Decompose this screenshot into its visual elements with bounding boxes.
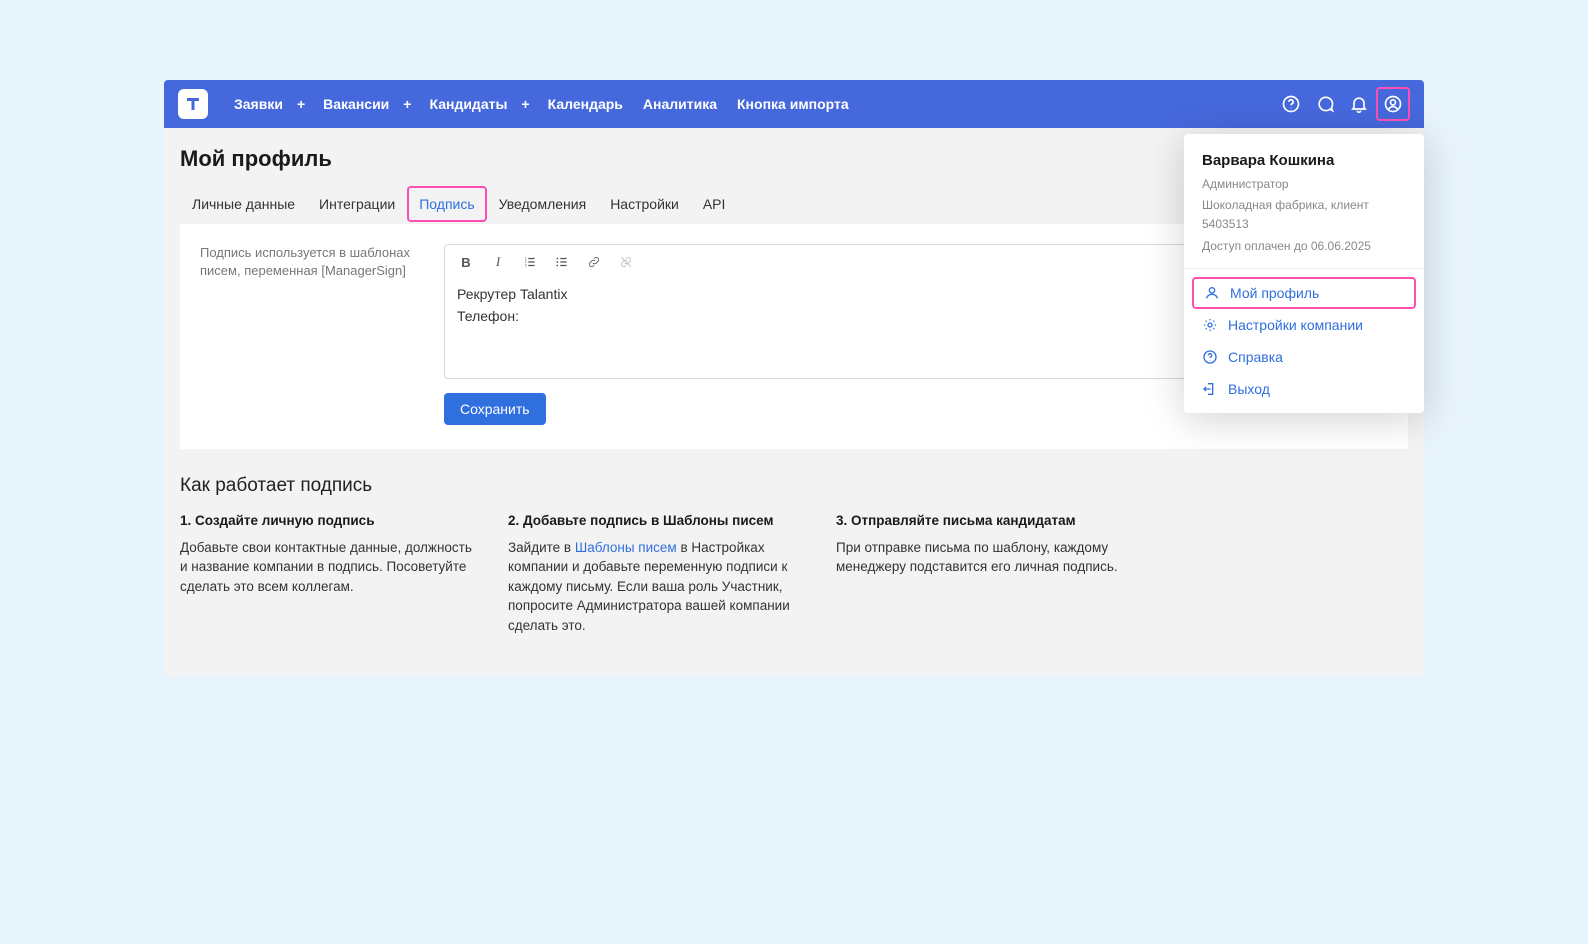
- dropdown-my-profile-label: Мой профиль: [1230, 285, 1319, 301]
- dropdown-logout-label: Выход: [1228, 381, 1270, 397]
- dropdown-company-settings[interactable]: Настройки компании: [1184, 309, 1424, 341]
- how-step-title: 3. Отправляйте письма кандидатам: [836, 513, 1136, 528]
- link-button[interactable]: [583, 251, 605, 273]
- user-role: Администратор: [1202, 175, 1406, 194]
- how-step-1: 1. Создайте личную подпись Добавьте свои…: [180, 513, 480, 636]
- unlink-button: [615, 251, 637, 273]
- dropdown-logout[interactable]: Выход: [1184, 373, 1424, 405]
- add-request-button[interactable]: +: [297, 96, 305, 112]
- app-window: Заявки + Вакансии + Кандидаты + Календар…: [164, 80, 1424, 676]
- italic-button[interactable]: I: [487, 251, 509, 273]
- tab-signature[interactable]: Подпись: [407, 186, 486, 222]
- user-paid-until: Доступ оплачен до 06.06.2025: [1202, 237, 1406, 256]
- bell-icon[interactable]: [1342, 87, 1376, 121]
- add-vacancy-button[interactable]: +: [403, 96, 411, 112]
- dropdown-help[interactable]: Справка: [1184, 341, 1424, 373]
- nav-item-import[interactable]: Кнопка импорта: [729, 90, 857, 118]
- how-step-text: При отправке письма по шаблону, каждому …: [836, 538, 1136, 577]
- bold-button[interactable]: B: [455, 251, 477, 273]
- help-icon[interactable]: [1274, 87, 1308, 121]
- nav-item-candidates[interactable]: Кандидаты: [421, 90, 515, 118]
- tab-notifications[interactable]: Уведомления: [487, 186, 599, 222]
- profile-icon[interactable]: [1376, 87, 1410, 121]
- dropdown-company-settings-label: Настройки компании: [1228, 317, 1363, 333]
- user-dropdown: Варвара Кошкина Администратор Шоколадная…: [1184, 134, 1424, 413]
- tab-api[interactable]: API: [691, 186, 738, 222]
- add-candidate-button[interactable]: +: [521, 96, 529, 112]
- svg-text:3: 3: [525, 264, 527, 268]
- nav-items: Заявки + Вакансии + Кандидаты + Календар…: [226, 90, 857, 118]
- signature-hint: Подпись используется в шаблонах писем, п…: [200, 244, 420, 425]
- how-it-works-section: Как работает подпись 1. Создайте личную …: [180, 475, 1408, 636]
- tab-integrations[interactable]: Интеграции: [307, 186, 407, 222]
- dropdown-my-profile[interactable]: Мой профиль: [1192, 277, 1416, 309]
- how-step-2: 2. Добавьте подпись в Шаблоны писем Зайд…: [508, 513, 808, 636]
- tab-settings[interactable]: Настройки: [598, 186, 691, 222]
- tab-personal[interactable]: Личные данные: [180, 186, 307, 222]
- save-button[interactable]: Сохранить: [444, 393, 546, 425]
- top-navbar: Заявки + Вакансии + Кандидаты + Календар…: [164, 80, 1424, 128]
- nav-item-requests[interactable]: Заявки: [226, 90, 291, 118]
- templates-link[interactable]: Шаблоны писем: [575, 540, 677, 555]
- app-logo[interactable]: [178, 89, 208, 119]
- how-it-works-title: Как работает подпись: [180, 475, 1408, 497]
- unordered-list-button[interactable]: [551, 251, 573, 273]
- user-name: Варвара Кошкина: [1184, 152, 1424, 169]
- how-step-text: Добавьте свои контактные данные, должнос…: [180, 538, 480, 597]
- user-company: Шоколадная фабрика, клиент 5403513: [1202, 196, 1406, 234]
- how-step-text: Зайдите в Шаблоны писем в Настройках ком…: [508, 538, 808, 636]
- nav-item-analytics[interactable]: Аналитика: [635, 90, 725, 118]
- nav-item-vacancies[interactable]: Вакансии: [315, 90, 397, 118]
- how-step-title: 2. Добавьте подпись в Шаблоны писем: [508, 513, 808, 528]
- dropdown-help-label: Справка: [1228, 349, 1283, 365]
- chat-icon[interactable]: [1308, 87, 1342, 121]
- ordered-list-button[interactable]: 123: [519, 251, 541, 273]
- how-step-title: 1. Создайте личную подпись: [180, 513, 480, 528]
- nav-item-calendar[interactable]: Календарь: [540, 90, 631, 118]
- how-step-3: 3. Отправляйте письма кандидатам При отп…: [836, 513, 1136, 636]
